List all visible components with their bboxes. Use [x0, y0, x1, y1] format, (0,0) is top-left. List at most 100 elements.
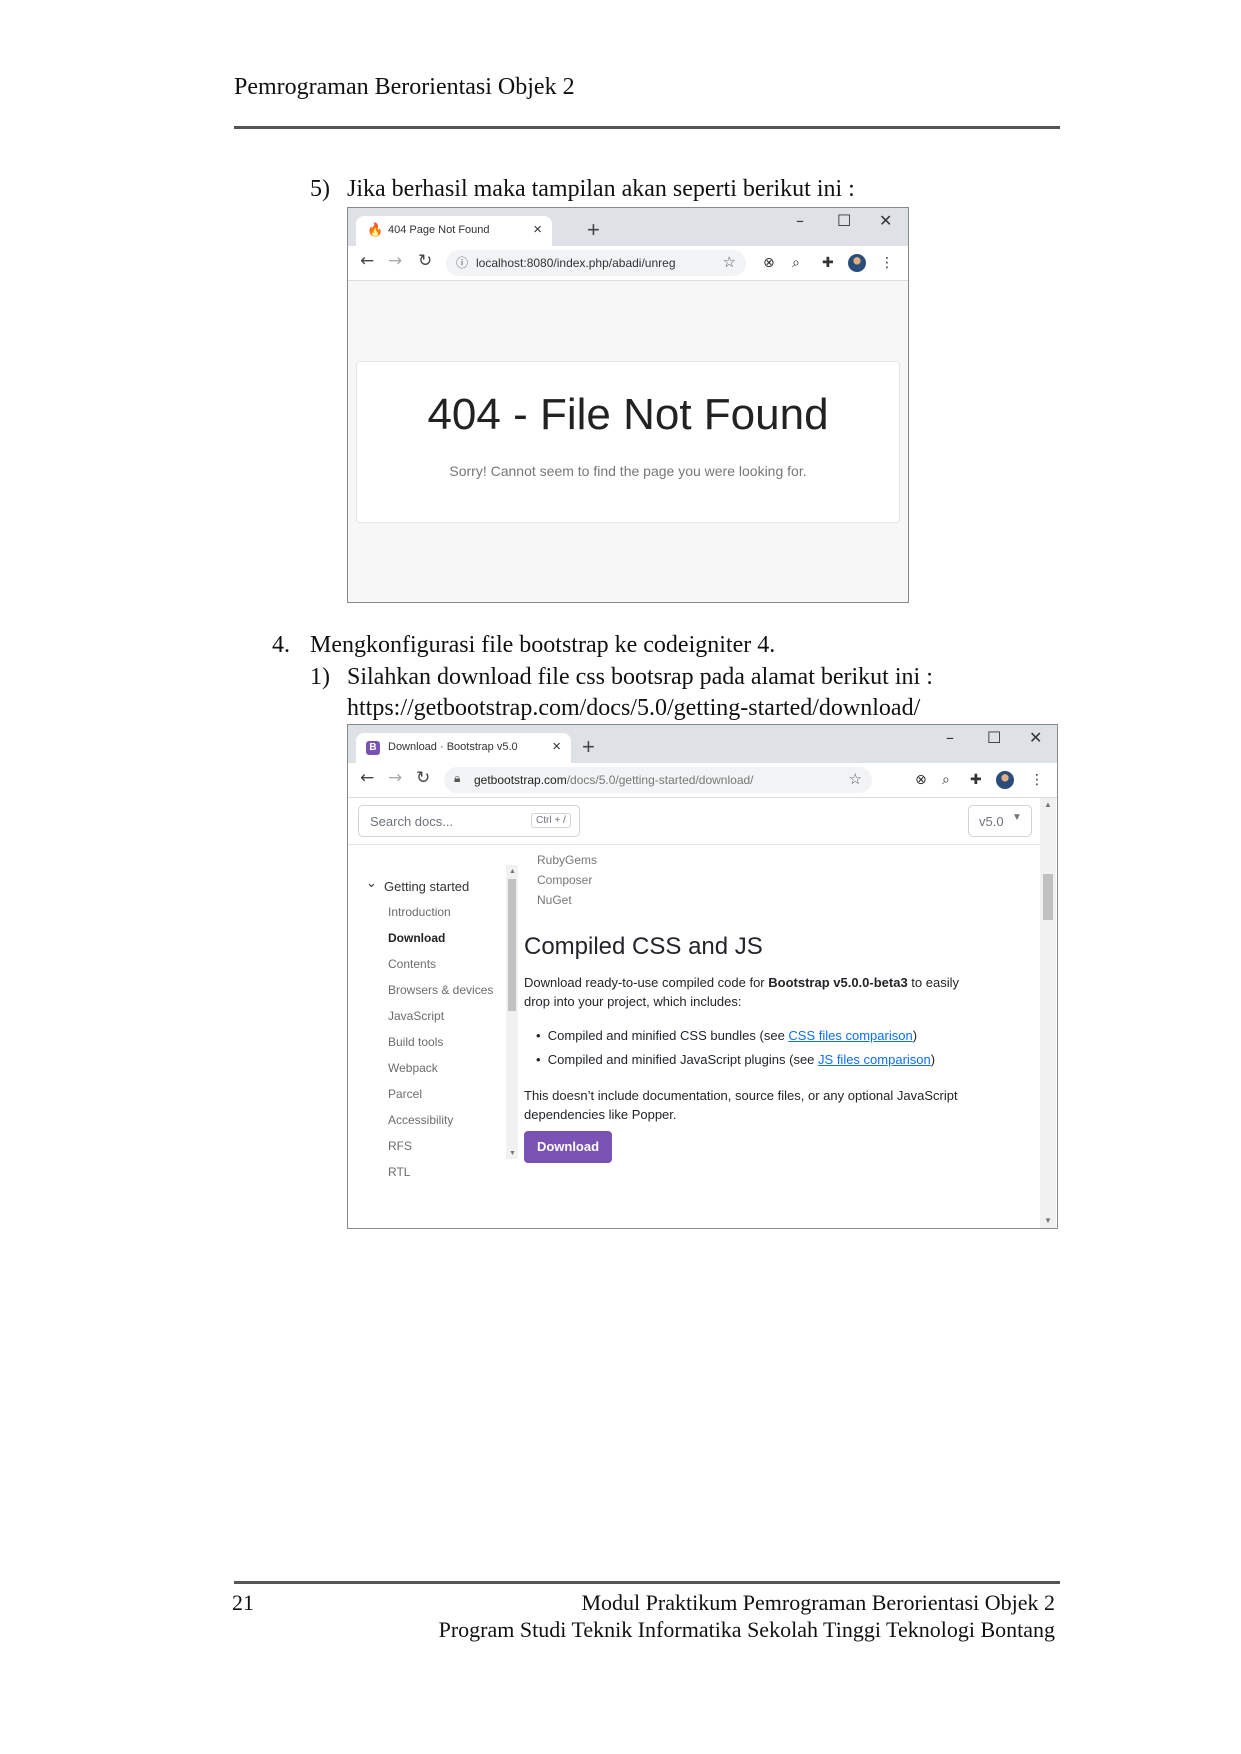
extension-icon[interactable]: ⊗ — [763, 255, 775, 271]
tab-strip: 🔥 404 Page Not Found × + – ☐ ✕ — [348, 208, 908, 246]
section-heading: Compiled CSS and JS — [524, 933, 763, 960]
browser-tab[interactable]: B Download · Bootstrap v5.0 × — [356, 733, 571, 763]
url-host: getbootstrap.com — [474, 773, 567, 787]
browser-window-bootstrap: B Download · Bootstrap v5.0 × + – ☐ ✕ ← … — [347, 724, 1058, 1229]
list-text: Compiled and minified CSS bundles (see — [547, 1028, 789, 1043]
bookmark-star-icon[interactable]: ☆ — [849, 770, 862, 788]
version-label: v5.0 — [979, 814, 1004, 829]
browser-tab[interactable]: 🔥 404 Page Not Found × — [356, 216, 552, 246]
download-button[interactable]: Download — [524, 1131, 612, 1163]
sidebar-item-rfs[interactable]: RFS — [388, 1139, 412, 1153]
sidebar-item-contents[interactable]: Contents — [388, 957, 436, 971]
sidebar-item-introduction[interactable]: Introduction — [388, 905, 451, 919]
address-bar[interactable]: 🔒︎ getbootstrap.com/docs/5.0/getting-sta… — [444, 767, 872, 793]
address-url: localhost:8080/index.php/abadi/unreg — [476, 256, 676, 270]
scroll-down-icon[interactable]: ▼ — [509, 1149, 516, 1157]
step-text: Mengkonfigurasi file bootstrap ke codeig… — [310, 632, 776, 658]
avatar[interactable] — [996, 771, 1014, 789]
note-paragraph: This doesn’t include documentation, sour… — [524, 1088, 958, 1122]
browser-toolbar: ← → ↻ 🔒︎ getbootstrap.com/docs/5.0/getti… — [348, 763, 1057, 798]
browser-toolbar: ← → ↻ ⓘ localhost:8080/index.php/abadi/u… — [348, 246, 908, 281]
address-bar[interactable]: ⓘ localhost:8080/index.php/abadi/unreg ☆ — [446, 250, 746, 276]
step-number: 1) — [310, 664, 330, 690]
top-link[interactable]: NuGet — [537, 890, 597, 910]
page-header-title: Pemrograman Berorientasi Objek 2 — [234, 74, 575, 100]
tab-title: 404 Page Not Found — [388, 224, 490, 236]
scrollbar-thumb[interactable] — [508, 879, 516, 1011]
docs-search-bar: Search docs... Ctrl + / v5.0 ▼ — [348, 798, 1040, 845]
sidebar-scrollbar[interactable]: ▲ ▼ — [506, 865, 518, 1159]
top-link[interactable]: Composer — [537, 870, 597, 890]
back-icon[interactable]: ← — [360, 768, 374, 788]
list-text: Compiled and minified JavaScript plugins… — [547, 1052, 819, 1067]
scroll-up-icon[interactable]: ▲ — [1044, 800, 1052, 809]
menu-kebab-icon[interactable]: ⋮ — [880, 255, 894, 271]
reload-icon[interactable]: ↻ — [418, 251, 432, 271]
scroll-up-icon[interactable]: ▲ — [509, 867, 516, 875]
sidebar-item-download[interactable]: Download — [388, 931, 445, 945]
window-close-icon[interactable]: ✕ — [879, 211, 892, 230]
minimize-icon[interactable]: – — [796, 211, 804, 230]
intro-bold: Bootstrap v5.0.0-beta3 — [768, 975, 908, 990]
error-card: 404 - File Not Found Sorry! Cannot seem … — [356, 361, 900, 523]
docs-main-content: RubyGems Composer NuGet Compiled CSS and… — [524, 845, 1024, 1228]
forward-icon[interactable]: → — [388, 768, 402, 788]
error-message: Sorry! Cannot seem to find the page you … — [449, 463, 807, 479]
js-comparison-link[interactable]: JS files comparison — [818, 1052, 931, 1067]
download-url-text: https://getbootstrap.com/docs/5.0/gettin… — [347, 695, 921, 721]
docs-sidebar: ⌄ Getting started Introduction Download Co… — [348, 845, 518, 1228]
inspect-icon[interactable]: ⌕ — [792, 255, 800, 271]
sidebar-item-build-tools[interactable]: Build tools — [388, 1035, 443, 1049]
list-text: ) — [912, 1028, 918, 1043]
footer-institution: Program Studi Teknik Informatika Sekolah… — [438, 1617, 1055, 1642]
sidebar-item-browsers-devices[interactable]: Browsers & devices — [388, 983, 493, 997]
extensions-puzzle-icon[interactable]: ✚ — [970, 772, 982, 788]
lock-icon: 🔒︎ — [454, 771, 461, 785]
footer-rule — [234, 1581, 1060, 1584]
window-close-icon[interactable]: ✕ — [1029, 728, 1042, 747]
back-icon[interactable]: ← — [360, 251, 374, 271]
forward-icon[interactable]: → — [388, 251, 402, 271]
css-comparison-link[interactable]: CSS files comparison — [788, 1028, 912, 1043]
avatar[interactable] — [848, 254, 866, 272]
sidebar-item-parcel[interactable]: Parcel — [388, 1087, 422, 1101]
list-item: • Compiled and minified CSS bundles (see… — [536, 1028, 918, 1043]
scrollbar-thumb[interactable] — [1043, 874, 1053, 920]
intro-text: Download ready-to-use compiled code for — [524, 975, 769, 990]
extensions-puzzle-icon[interactable]: ✚ — [822, 255, 834, 271]
maximize-icon[interactable]: ☐ — [987, 728, 1001, 747]
list-item: • Compiled and minified JavaScript plugi… — [536, 1052, 936, 1067]
new-tab-button[interactable]: + — [582, 734, 595, 760]
reload-icon[interactable]: ↻ — [416, 768, 430, 788]
maximize-icon[interactable]: ☐ — [837, 211, 851, 230]
extension-icon[interactable]: ⊗ — [915, 772, 927, 788]
url-path: /docs/5.0/getting-started/download/ — [566, 773, 754, 787]
page-number: 21 — [232, 1590, 254, 1615]
sidebar-section-title[interactable]: Getting started — [384, 879, 469, 894]
error-heading: 404 - File Not Found — [427, 390, 829, 439]
version-dropdown[interactable]: v5.0 ▼ — [968, 805, 1032, 837]
top-link[interactable]: RubyGems — [537, 850, 597, 870]
sidebar-item-webpack[interactable]: Webpack — [388, 1061, 438, 1075]
page-scrollbar[interactable]: ▲ ▼ — [1040, 798, 1056, 1228]
bookmark-star-icon[interactable]: ☆ — [723, 253, 736, 271]
chevron-down-icon[interactable]: ⌄ — [366, 875, 377, 891]
info-icon: ⓘ — [456, 256, 469, 270]
search-input[interactable]: Search docs... Ctrl + / — [358, 805, 580, 837]
footer-module-title: Modul Praktikum Pemrograman Berorientasi… — [581, 1590, 1055, 1615]
close-tab-icon[interactable]: × — [533, 221, 542, 238]
new-tab-button[interactable]: + — [587, 217, 600, 243]
tab-strip: B Download · Bootstrap v5.0 × + – ☐ ✕ — [348, 725, 1057, 763]
fire-icon: 🔥 — [367, 222, 384, 237]
menu-kebab-icon[interactable]: ⋮ — [1030, 772, 1044, 788]
search-placeholder: Search docs... — [370, 814, 454, 829]
close-tab-icon[interactable]: × — [552, 738, 561, 755]
scroll-down-icon[interactable]: ▼ — [1044, 1216, 1052, 1225]
minimize-icon[interactable]: – — [946, 728, 954, 747]
sidebar-item-javascript[interactable]: JavaScript — [388, 1009, 444, 1023]
tab-title: Download · Bootstrap v5.0 — [388, 741, 518, 753]
inspect-icon[interactable]: ⌕ — [942, 772, 950, 788]
step-number: 5) — [310, 176, 330, 202]
sidebar-item-rtl[interactable]: RTL — [388, 1165, 410, 1179]
sidebar-item-accessibility[interactable]: Accessibility — [388, 1113, 453, 1127]
